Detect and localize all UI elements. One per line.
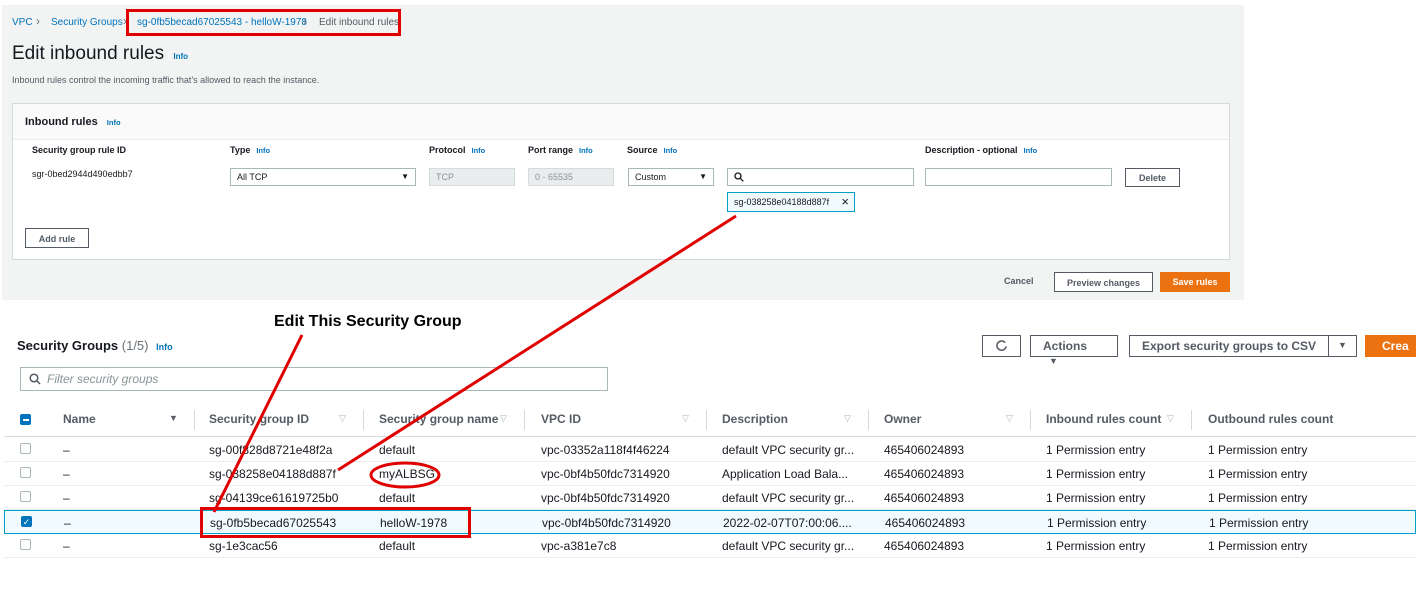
highlight-ellipse xyxy=(369,461,441,489)
annotation-overlay xyxy=(212,214,737,513)
connector-line xyxy=(337,214,737,472)
annotation-arrow xyxy=(212,334,304,513)
